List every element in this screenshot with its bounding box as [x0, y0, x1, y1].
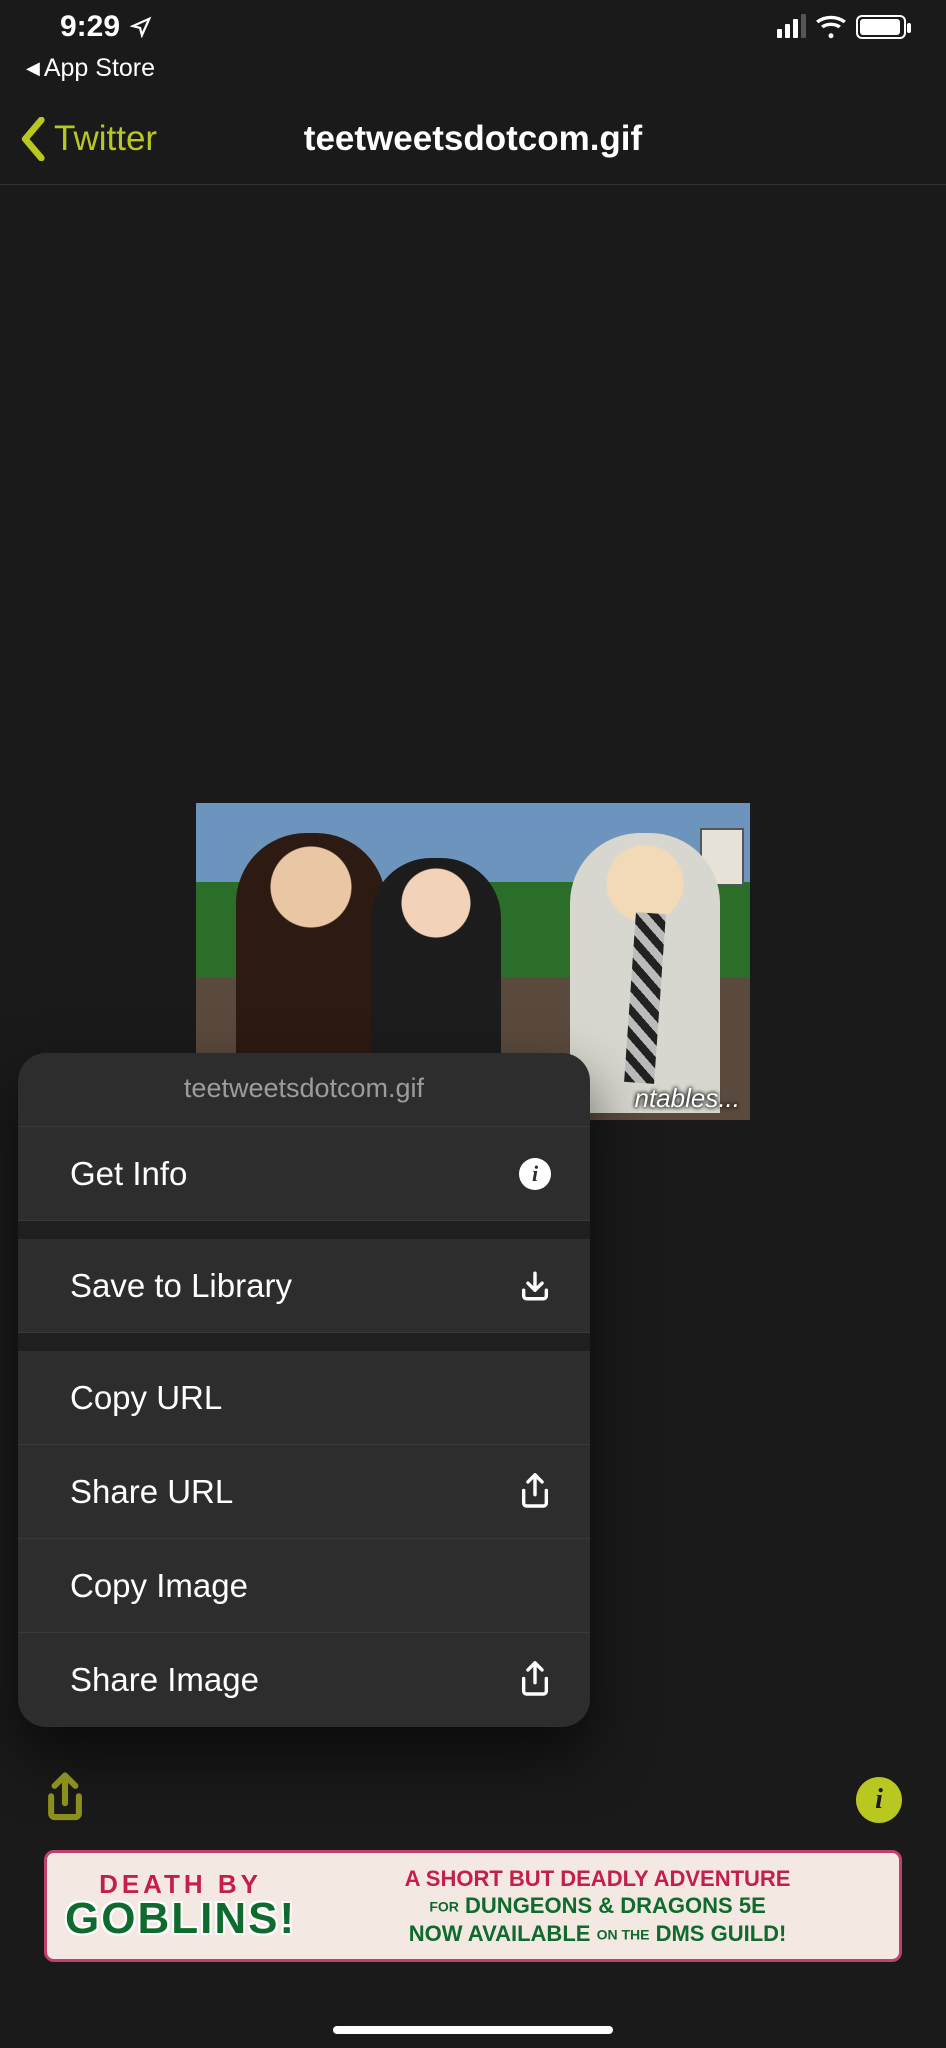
menu-item-label: Save to Library: [70, 1267, 292, 1305]
ad-line2: FOR DUNGEONS & DRAGONS 5E: [314, 1892, 881, 1920]
wifi-icon: [816, 15, 846, 39]
battery-icon: [856, 15, 906, 39]
ad-line3: NOW AVAILABLE ON THE DMS GUILD!: [314, 1920, 881, 1948]
nav-back-button[interactable]: Twitter: [20, 117, 157, 161]
download-icon: [518, 1269, 552, 1303]
chevron-left-icon: [20, 117, 48, 161]
context-menu: teetweetsdotcom.gif Get Info i Save to L…: [18, 1053, 590, 1727]
status-bar: 9:29: [0, 0, 946, 54]
back-app-label: App Store: [44, 54, 155, 83]
spacer-icon: [518, 1569, 552, 1603]
share-icon: [44, 1772, 86, 1824]
gif-caption: ntables...: [634, 1083, 740, 1114]
ad-title-line2: GOBLINS!: [65, 1897, 296, 1941]
ad-copy: A SHORT BUT DEADLY ADVENTURE FOR DUNGEON…: [314, 1865, 881, 1948]
menu-item-label: Share URL: [70, 1473, 233, 1511]
menu-item-label: Share Image: [70, 1661, 259, 1699]
status-right: [777, 15, 906, 39]
ad-line1: A SHORT BUT DEADLY ADVENTURE: [314, 1865, 881, 1893]
menu-separator: [18, 1333, 590, 1351]
home-indicator[interactable]: [333, 2026, 613, 2034]
menu-share-url[interactable]: Share URL: [18, 1445, 590, 1539]
menu-item-label: Copy Image: [70, 1567, 248, 1605]
nav-back-label: Twitter: [54, 119, 157, 159]
menu-item-label: Get Info: [70, 1155, 187, 1193]
share-icon: [518, 1475, 552, 1509]
navigation-bar: Twitter teetweetsdotcom.gif: [0, 93, 946, 185]
menu-save-to-library[interactable]: Save to Library: [18, 1239, 590, 1333]
bottom-toolbar: i: [0, 1760, 946, 1840]
menu-separator: [18, 1221, 590, 1239]
back-caret-icon: ◀: [26, 58, 40, 79]
breadcrumb-back-to-app[interactable]: ◀ App Store: [0, 54, 946, 93]
info-button[interactable]: i: [856, 1777, 902, 1823]
info-icon: i: [518, 1157, 552, 1191]
menu-copy-url[interactable]: Copy URL: [18, 1351, 590, 1445]
status-time: 9:29: [60, 10, 120, 44]
spacer-icon: [518, 1381, 552, 1415]
menu-get-info[interactable]: Get Info i: [18, 1127, 590, 1221]
share-icon: [518, 1663, 552, 1697]
menu-share-image[interactable]: Share Image: [18, 1633, 590, 1727]
ad-banner[interactable]: DEATH BY GOBLINS! A SHORT BUT DEADLY ADV…: [44, 1850, 902, 1962]
menu-item-label: Copy URL: [70, 1379, 222, 1417]
menu-header: teetweetsdotcom.gif: [18, 1053, 590, 1127]
location-icon: [130, 16, 152, 38]
menu-copy-image[interactable]: Copy Image: [18, 1539, 590, 1633]
ad-title-block: DEATH BY GOBLINS!: [65, 1871, 296, 1941]
cellular-icon: [777, 16, 806, 38]
share-button[interactable]: [44, 1772, 86, 1829]
status-left: 9:29: [60, 10, 152, 44]
